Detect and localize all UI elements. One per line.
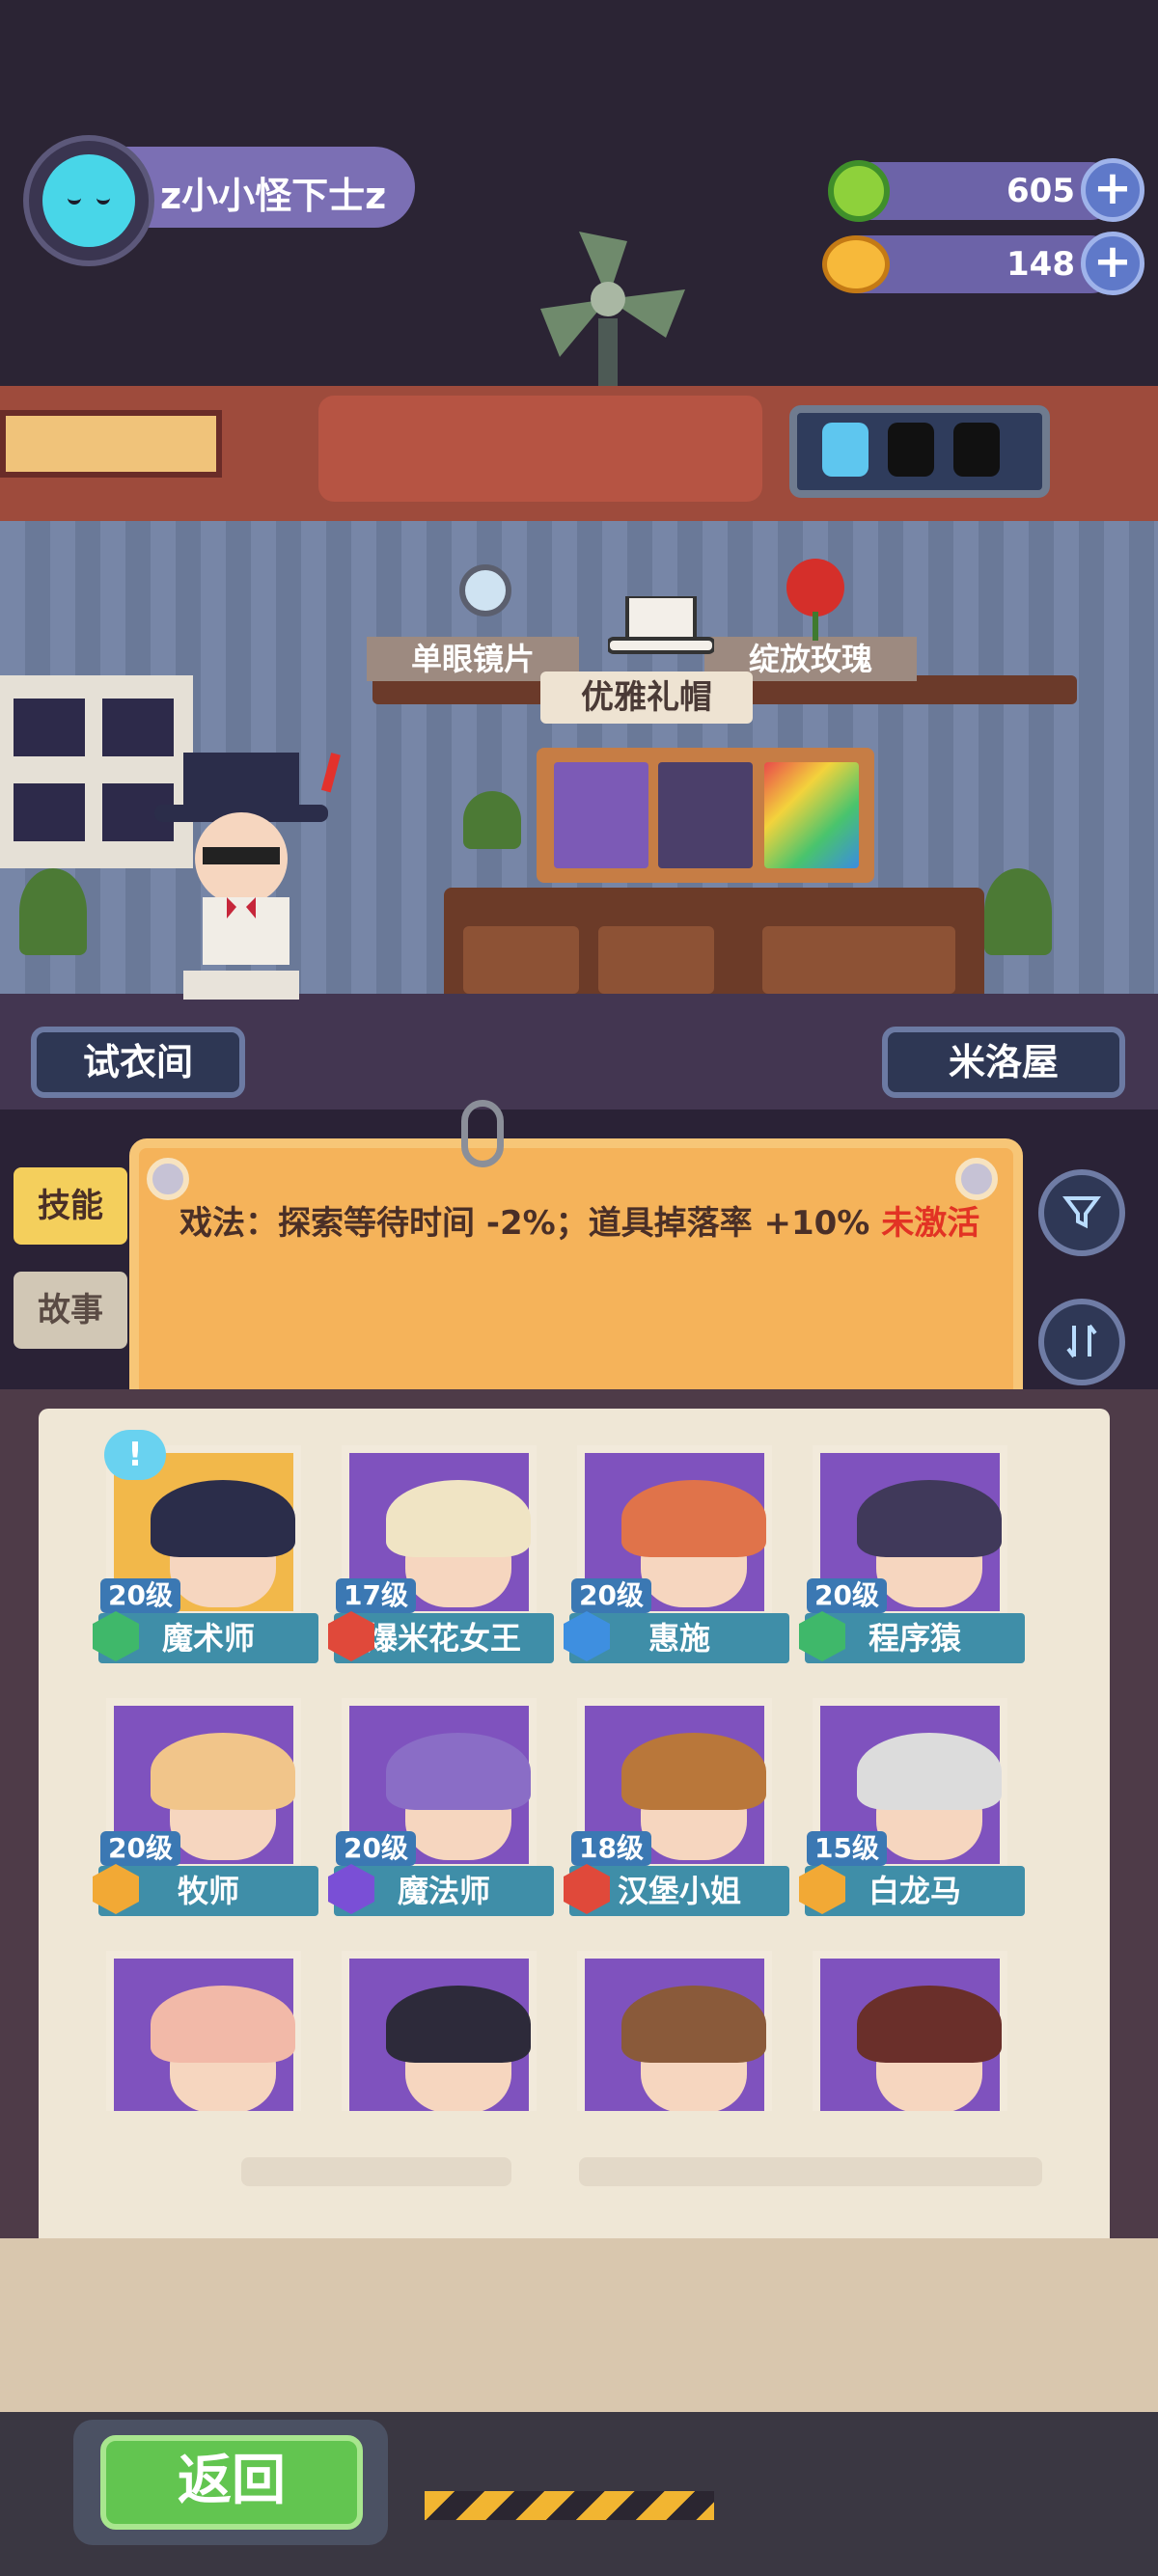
planet-coin-icon [822,235,890,293]
character-hair [386,1733,531,1810]
character-hair [857,1986,1002,2063]
character-card[interactable]: 18级 汉堡小姐 [564,1688,789,1916]
vent-panel [0,410,222,478]
machine-panel [318,396,762,502]
window-pane [14,783,85,841]
character-card[interactable]: 15级 白龙马 [799,1688,1025,1916]
character-level: 20级 [807,1578,887,1613]
desk-drawer [762,926,955,994]
character-card[interactable]: 20级 惠施 [564,1436,789,1663]
character-portrait [577,1951,772,2111]
player-name: z小小怪下士z [160,175,387,217]
cat-face-icon [42,154,135,247]
fan-icon [540,232,685,386]
skill-description: 戏法：探索等待时间 -2%；道具掉落率 +10% 未激活 [179,1200,980,1247]
blurred-hint [579,2157,1042,2186]
window-pane [14,699,85,756]
lightning-icon [822,423,868,477]
character-hair [151,1733,295,1810]
sort-button[interactable] [1038,1299,1125,1385]
monocle-icon [459,564,511,617]
character-portrait [813,1951,1007,2111]
character-hair [621,1986,766,2063]
character-level: 20级 [100,1578,180,1613]
desk-drawer [463,926,579,994]
character-level: 20级 [336,1831,416,1866]
paper-clip-icon [461,1100,504,1167]
coin-count: 605 [1006,172,1075,210]
skill-status: 未激活 [881,1204,980,1243]
skill-card [129,1138,1023,1418]
case-slot-locked[interactable] [658,762,753,868]
green-coin-icon [828,160,890,222]
empty-battery-cell [953,423,1000,477]
character-hair [151,1480,295,1557]
tab-skill[interactable]: 技能 [14,1167,127,1245]
character-card[interactable]: 20级 程序猿 [799,1436,1025,1663]
sort-icon [1066,1324,1097,1358]
character-card[interactable]: 20级 魔法师 [328,1688,554,1916]
character-card[interactable] [564,1941,786,2111]
character-hair [386,1480,531,1557]
plant-icon [19,868,87,955]
character-card[interactable]: 17级 爆米花女王 [328,1436,554,1663]
character-card[interactable] [799,1941,1021,2111]
character-card[interactable] [93,1941,315,2111]
filter-icon [1062,1196,1101,1229]
character-grid: 20级 魔术师 17级 爆米花女王 20级 惠施 20级 程序猿 20级 牧师 20级 魔法师 18级汉… [93,1436,1067,2111]
character-portrait [106,1951,301,2111]
case-slot-hat[interactable] [554,762,648,868]
character-hair [857,1733,1002,1810]
empty-battery-cell [888,423,934,477]
blurred-hint [241,2157,511,2186]
book-spine [0,2238,1158,2412]
character-hair [621,1733,766,1810]
pin-icon [955,1158,998,1200]
planet-count: 148 [1006,245,1075,284]
character-level: 20级 [100,1831,180,1866]
character-hair [151,1986,295,2063]
character-hair [857,1480,1002,1557]
milo-house-button[interactable]: 米洛屋 [882,1027,1125,1098]
character-card[interactable]: 20级 牧师 [93,1688,318,1916]
character-card[interactable] [328,1941,550,2111]
character-hair [386,1986,531,2063]
plant-icon [984,868,1052,955]
selected-marker: ! [104,1430,166,1480]
magician-character[interactable] [145,743,367,1003]
desk-drawer [598,926,714,994]
top-hat-icon [608,596,714,654]
hazard-stripe [425,2491,714,2520]
character-level: 15级 [807,1831,887,1866]
skill-effect-text: 戏法：探索等待时间 -2%；道具掉落率 +10% [179,1204,870,1243]
add-coins-button[interactable]: + [1081,158,1144,222]
character-level: 18级 [571,1831,651,1866]
shelf-item-hat[interactable]: 优雅礼帽 [540,671,753,724]
pin-icon [147,1158,189,1200]
character-hair [621,1480,766,1557]
plant-icon [463,791,521,849]
character-portrait [342,1951,537,2111]
character-level: 20级 [571,1578,651,1613]
tab-story[interactable]: 故事 [14,1272,127,1349]
rose-icon [786,559,844,641]
case-slot-locked[interactable] [764,762,859,868]
back-button[interactable]: 返回 [100,2435,363,2530]
dressing-room-button[interactable]: 试衣间 [31,1027,245,1098]
add-planet-button[interactable]: + [1081,232,1144,295]
filter-button[interactable] [1038,1169,1125,1256]
character-level: 17级 [336,1578,416,1613]
